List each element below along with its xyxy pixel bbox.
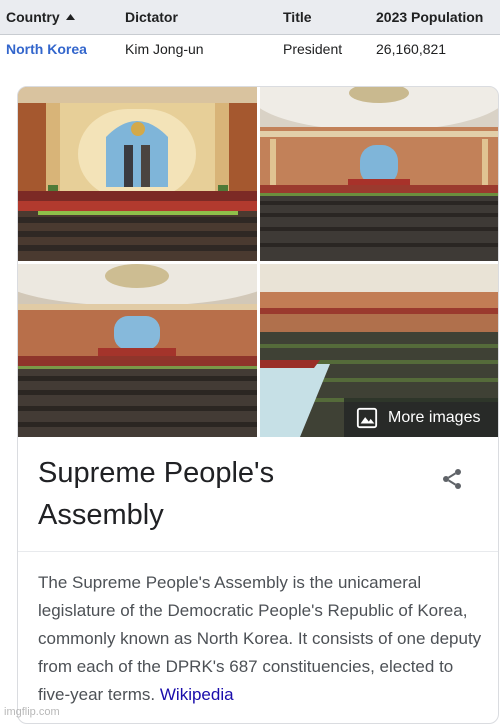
gallery-image-hall-rear[interactable] [18, 264, 257, 437]
column-header-country[interactable]: Country [6, 9, 75, 25]
more-images-label: More images [388, 408, 481, 426]
entity-title: Supreme People's Assembly [38, 457, 275, 531]
column-header-population[interactable]: 2023 Population [376, 9, 483, 25]
column-header-label: Country [6, 9, 60, 25]
country-link[interactable]: North Korea [6, 41, 87, 57]
gallery-image-stage[interactable] [18, 87, 257, 261]
entity-description: The Supreme People's Assembly is the uni… [38, 569, 483, 709]
share-icon[interactable] [440, 467, 464, 491]
column-header-dictator[interactable]: Dictator [125, 9, 178, 25]
population-cell: 26,160,821 [376, 41, 447, 57]
table-row: North Korea Kim Jong-un President 26,160… [0, 35, 500, 65]
gallery-image-hall-wide[interactable] [260, 87, 498, 261]
column-header-title[interactable]: Title [283, 9, 312, 25]
title-cell: President [283, 41, 343, 57]
image-gallery: More images [18, 87, 498, 437]
knowledge-panel: More images Supreme People's Assembly Th… [17, 86, 499, 724]
image-icon [356, 407, 378, 428]
wikipedia-link[interactable]: Wikipedia [160, 685, 234, 704]
description-text: The Supreme People's Assembly is the uni… [38, 573, 482, 704]
dictator-cell: Kim Jong-un [125, 41, 204, 57]
table-header-row: Country Dictator Title 2023 Population [0, 0, 500, 35]
more-images-button[interactable]: More images [344, 398, 498, 437]
watermark: imgflip.com [4, 706, 60, 718]
sort-ascending-icon[interactable] [65, 14, 75, 20]
divider [18, 551, 498, 552]
